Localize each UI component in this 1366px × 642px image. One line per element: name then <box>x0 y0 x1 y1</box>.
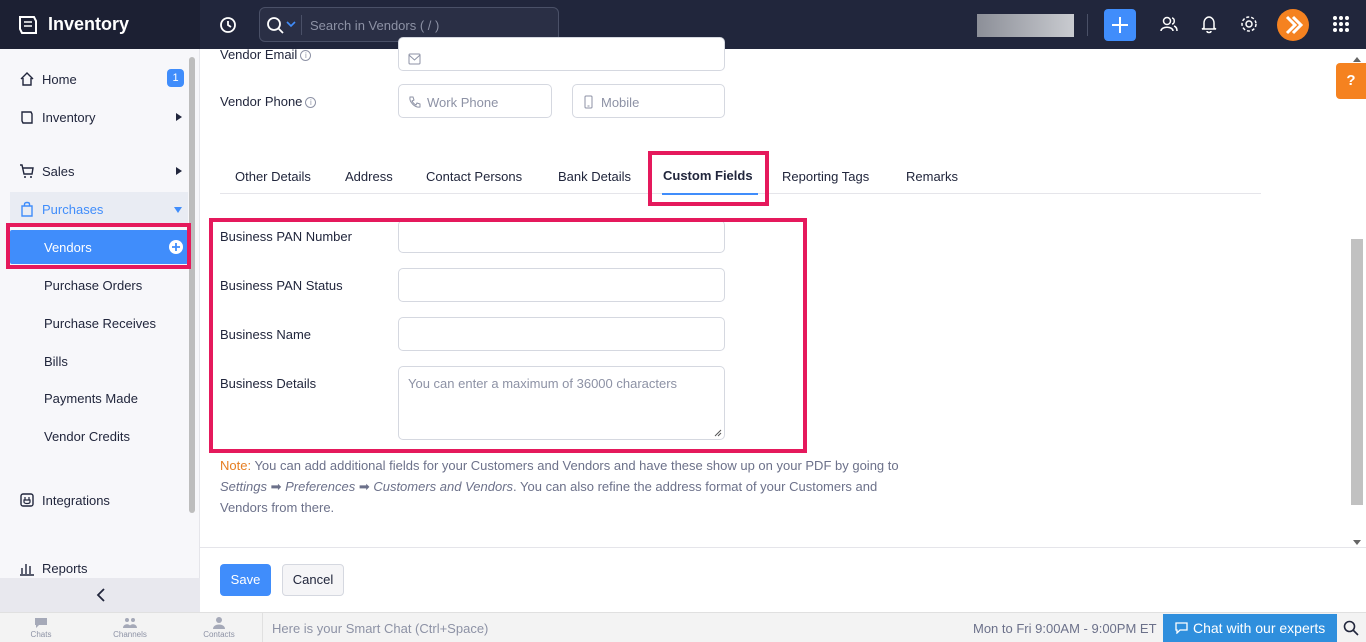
search-input[interactable]: Search in Vendors ( / ) <box>310 18 439 33</box>
form-footer: Save Cancel <box>200 547 1366 612</box>
sidebar-item-integrations[interactable]: Integrations <box>10 483 188 517</box>
search-separator <box>301 15 302 35</box>
history-icon[interactable] <box>218 15 238 35</box>
sidebar-item-label: Integrations <box>42 493 110 508</box>
sidebar: Home 1 Inventory Sales Purchases Vendors… <box>0 49 200 612</box>
scroll-down-icon[interactable] <box>1353 540 1361 545</box>
sidebar-item-label: Inventory <box>42 110 96 125</box>
tab-contact-persons[interactable]: Contact Persons <box>426 169 522 184</box>
inventory-icon <box>21 111 33 124</box>
support-hours: Mon to Fri 9:00AM - 9:00PM ET <box>973 621 1157 636</box>
mobile-icon <box>584 95 593 109</box>
users-icon[interactable] <box>1159 14 1179 34</box>
tab-other-details[interactable]: Other Details <box>235 169 311 184</box>
organization-name[interactable] <box>977 14 1074 37</box>
vendors-highlight-box <box>6 223 191 269</box>
phone-icon <box>409 96 421 108</box>
scroll-up-icon[interactable] <box>1353 57 1361 62</box>
channels-icon <box>123 618 137 628</box>
chats-button[interactable]: Chats <box>11 617 71 639</box>
chat-bubble-icon <box>1175 622 1188 634</box>
mail-icon <box>408 53 421 65</box>
sidebar-item-label: Reports <box>42 561 88 576</box>
contact-icon <box>213 617 225 629</box>
app-title: Inventory <box>48 14 130 34</box>
tab-address[interactable]: Address <box>345 169 393 184</box>
search-icon[interactable] <box>266 16 286 34</box>
sidebar-collapse-button[interactable] <box>0 578 200 612</box>
vendor-email-field[interactable] <box>398 37 725 71</box>
sidebar-item-purchase-receives[interactable]: Purchase Receives <box>44 316 156 331</box>
notification-badge: 1 <box>167 69 184 87</box>
caret-right-icon <box>176 113 182 121</box>
custom-fields-tab-highlight-box <box>648 151 769 206</box>
tab-reporting-tags[interactable]: Reporting Tags <box>782 169 869 184</box>
integrations-icon <box>20 493 34 507</box>
tab-remarks[interactable]: Remarks <box>906 169 958 184</box>
vendor-phone-label: Vendor Phone i <box>220 94 317 109</box>
user-avatar-icon <box>1285 15 1304 35</box>
tab-bank-details[interactable]: Bank Details <box>558 169 631 184</box>
quick-create-button[interactable] <box>1104 9 1136 41</box>
inventory-logo-icon <box>19 16 37 34</box>
save-button[interactable]: Save <box>220 564 271 596</box>
sidebar-item-bills[interactable]: Bills <box>44 354 68 369</box>
bell-icon[interactable] <box>1199 14 1219 34</box>
shopping-bag-icon <box>21 201 33 217</box>
contacts-button[interactable]: Contacts <box>189 617 249 639</box>
bottom-bar: Chats Channels Contacts Here is your Sma… <box>0 612 1366 642</box>
info-icon: i <box>300 50 312 62</box>
brand[interactable]: Inventory <box>0 0 200 49</box>
sidebar-item-inventory[interactable]: Inventory <box>10 100 188 134</box>
mobile-field[interactable]: Mobile <box>572 84 725 118</box>
bar-chart-icon <box>20 564 34 576</box>
caret-down-icon <box>174 207 182 213</box>
caret-right-icon <box>176 167 182 175</box>
info-icon: i <box>305 97 317 109</box>
work-phone-field[interactable]: Work Phone <box>398 84 552 118</box>
sidebar-item-label: Home <box>42 72 77 87</box>
sidebar-item-home[interactable]: Home <box>10 62 188 96</box>
home-icon <box>20 72 34 86</box>
sidebar-item-payments-made[interactable]: Payments Made <box>44 391 138 406</box>
sidebar-scrollbar[interactable] <box>189 57 195 513</box>
channels-button[interactable]: Channels <box>100 617 160 639</box>
help-button[interactable]: ? <box>1336 63 1366 99</box>
smart-chat-input[interactable]: Here is your Smart Chat (Ctrl+Space) <box>262 613 962 642</box>
cart-icon <box>20 164 34 178</box>
sidebar-item-vendor-credits[interactable]: Vendor Credits <box>44 429 130 444</box>
search-icon[interactable] <box>1343 620 1359 636</box>
cancel-button[interactable]: Cancel <box>282 564 344 596</box>
apps-grid-icon[interactable] <box>1332 15 1350 33</box>
chevron-down-icon[interactable] <box>286 17 296 31</box>
main-scrollbar[interactable] <box>1351 239 1363 505</box>
custom-fields-highlight-box <box>209 218 807 453</box>
sidebar-item-sales[interactable]: Sales <box>10 154 188 188</box>
plus-icon <box>1112 17 1128 33</box>
gear-icon[interactable] <box>1239 14 1259 34</box>
sidebar-item-purchases[interactable]: Purchases <box>10 192 188 226</box>
vendor-email-label: Vendor Email i <box>220 47 312 62</box>
sidebar-item-label: Purchases <box>42 202 104 217</box>
custom-fields-note: Note: You can add additional fields for … <box>220 458 899 515</box>
divider <box>1087 14 1088 36</box>
avatar[interactable] <box>1277 9 1309 41</box>
chat-icon <box>35 618 47 628</box>
chat-with-experts-button[interactable]: Chat with our experts <box>1163 614 1337 642</box>
chevron-left-icon <box>96 588 105 602</box>
sidebar-item-purchase-orders[interactable]: Purchase Orders <box>44 278 142 293</box>
sidebar-item-label: Sales <box>42 164 75 179</box>
